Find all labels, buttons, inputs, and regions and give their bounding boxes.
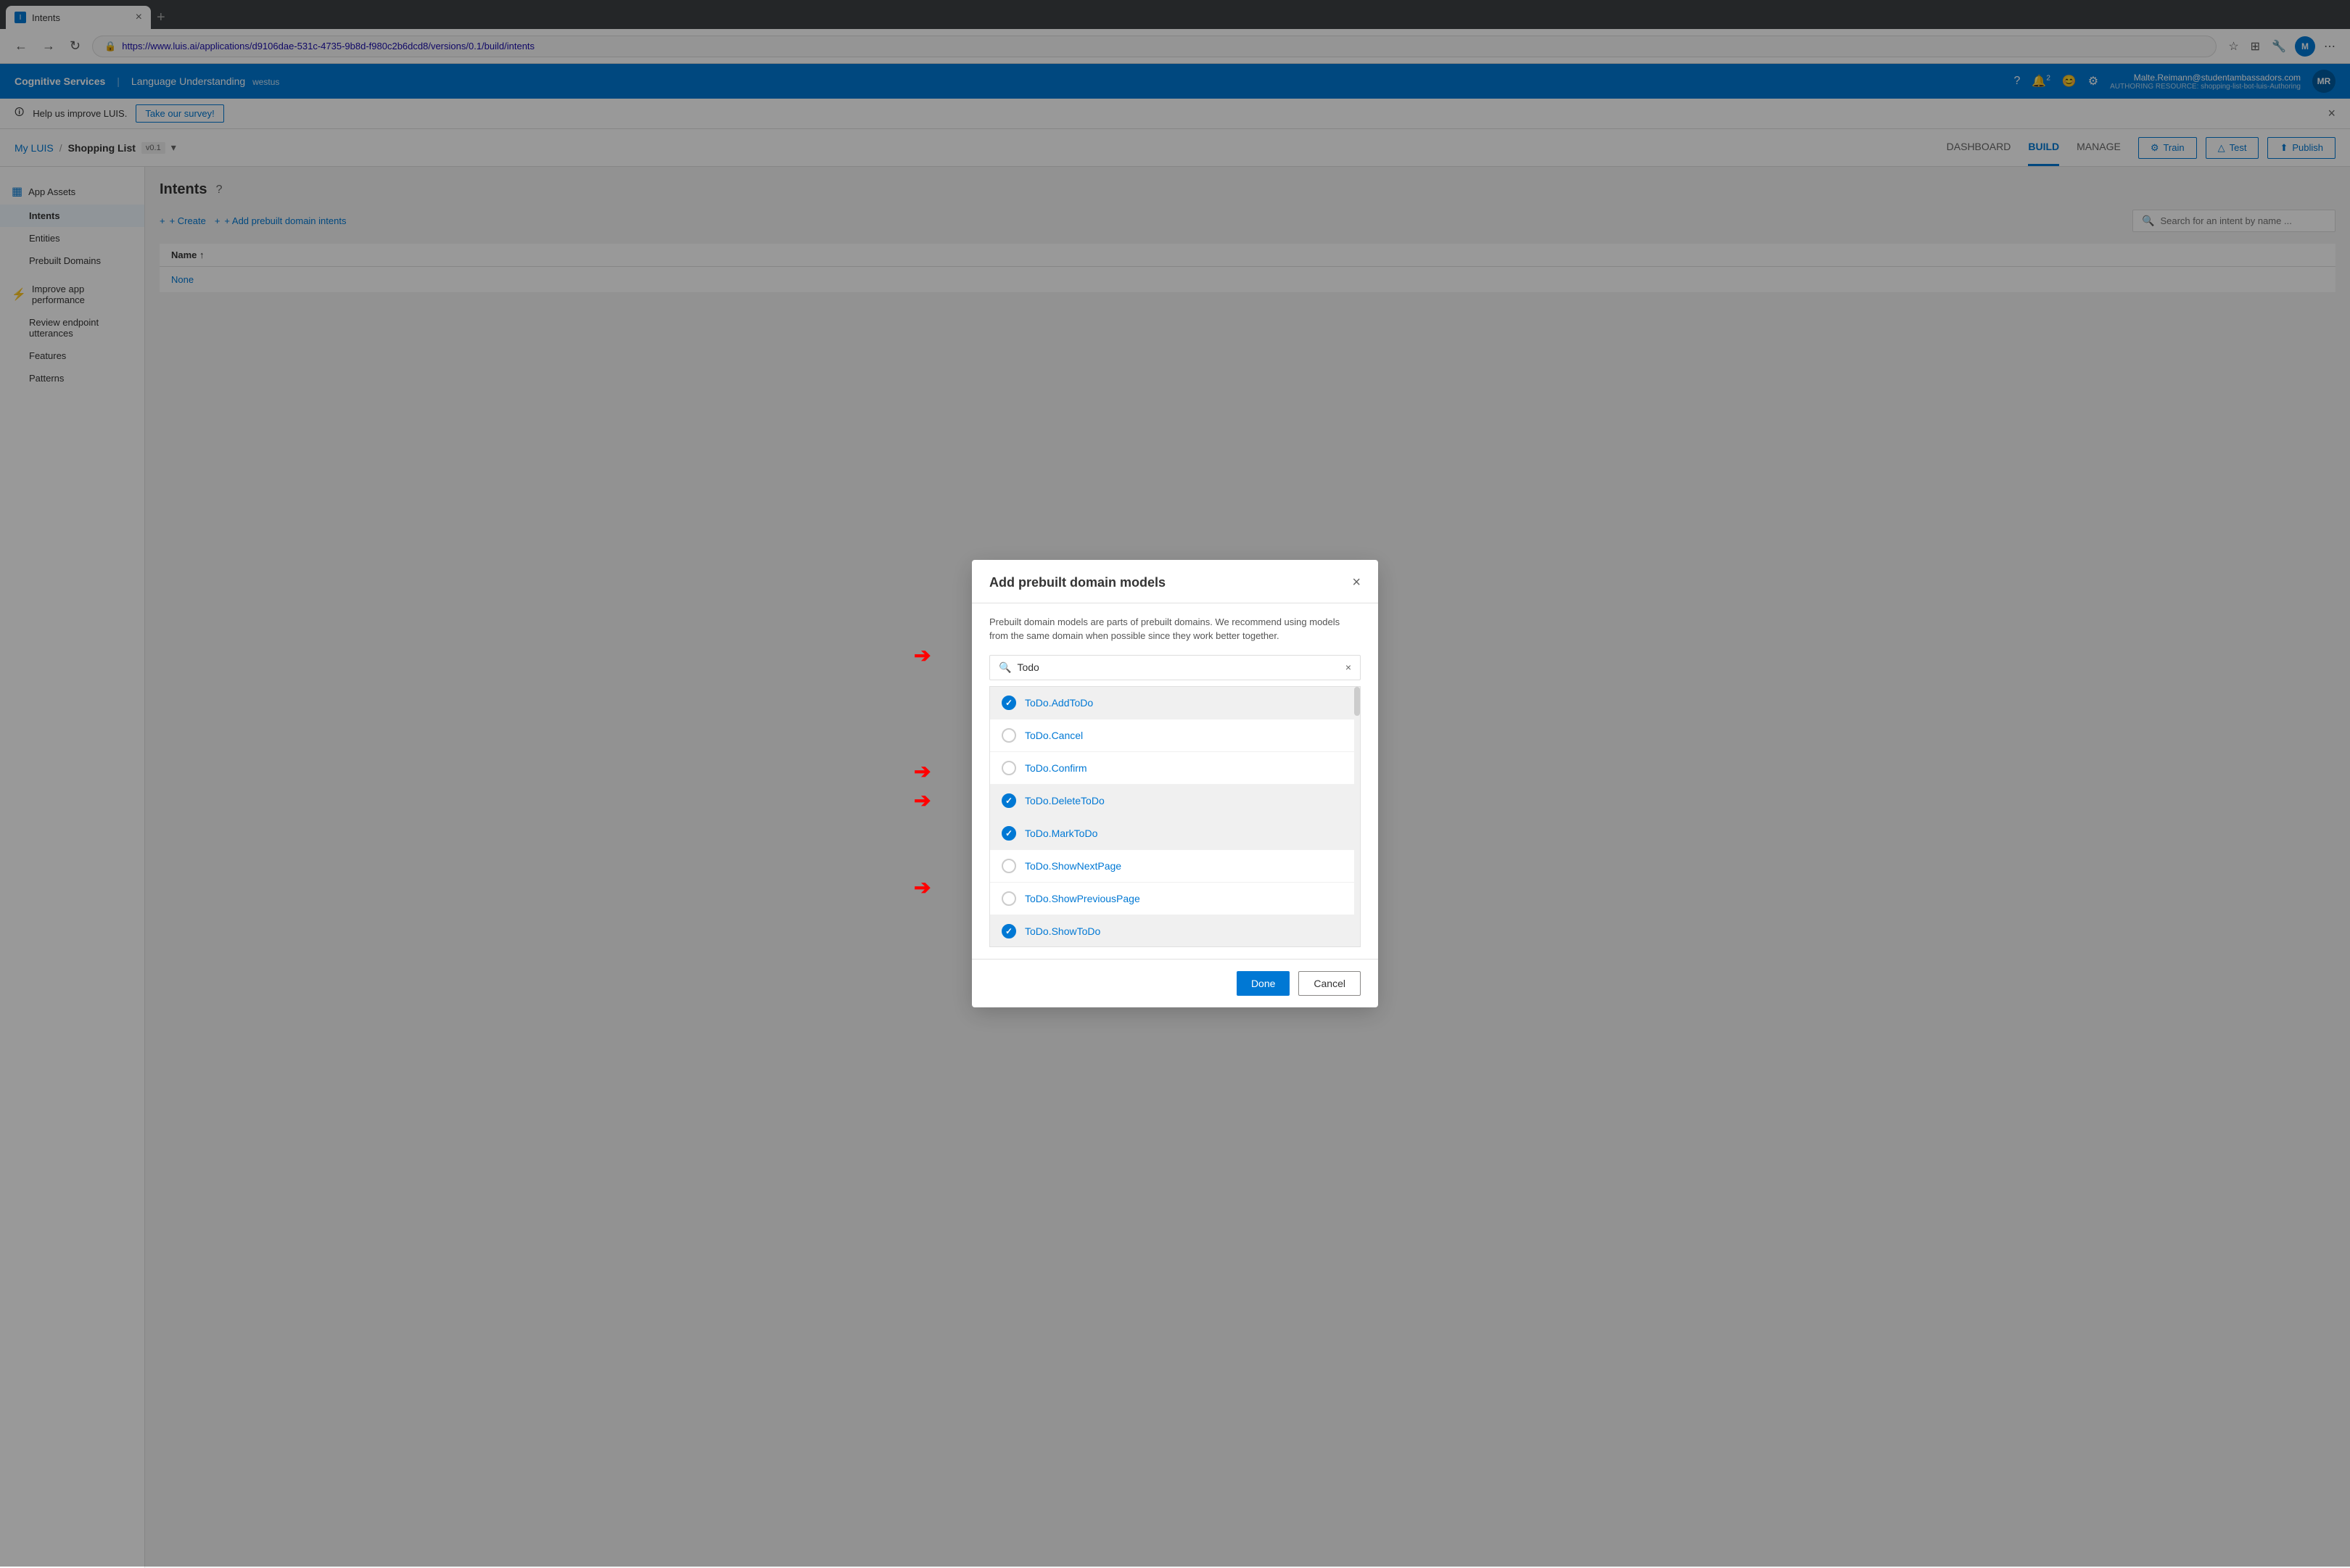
dialog-search-clear-button[interactable]: × <box>1345 661 1351 673</box>
arrow-2: ➔ <box>914 759 931 783</box>
checkbox-todo-add[interactable]: ✓ <box>1002 696 1016 710</box>
item-label-todo-confirm: ToDo.Confirm <box>1025 762 1087 774</box>
checkbox-todo-mark[interactable]: ✓ <box>1002 826 1016 841</box>
dialog-list-item[interactable]: ToDo.ShowPreviousPage <box>990 883 1360 915</box>
dialog-header: Add prebuilt domain models × <box>972 560 1378 603</box>
check-icon: ✓ <box>1005 796 1013 806</box>
checkbox-todo-show[interactable]: ✓ <box>1002 924 1016 938</box>
dialog-list-item[interactable]: ToDo.Cancel <box>990 719 1360 752</box>
checkbox-todo-showprev[interactable] <box>1002 891 1016 906</box>
item-label-todo-shownext: ToDo.ShowNextPage <box>1025 860 1121 872</box>
dialog-search-input[interactable] <box>1017 661 1339 673</box>
check-icon: ✓ <box>1005 828 1013 838</box>
dialog-title: Add prebuilt domain models <box>989 575 1166 590</box>
dialog-search: 🔍 × <box>989 655 1361 680</box>
dialog-list-item[interactable]: ✓ ToDo.AddToDo <box>990 687 1360 719</box>
check-icon: ✓ <box>1005 926 1013 936</box>
item-label-todo-showprev: ToDo.ShowPreviousPage <box>1025 893 1140 904</box>
dialog-list: ✓ ToDo.AddToDo ToDo.Cancel ToDo.Confirm ✓ ToD… <box>989 686 1361 947</box>
modal-overlay[interactable]: Add prebuilt domain models × Prebuilt do… <box>0 0 2350 1567</box>
dialog-list-item[interactable]: ToDo.Confirm <box>990 752 1360 785</box>
dialog-description: Prebuilt domain models are parts of preb… <box>989 615 1361 643</box>
dialog-list-item[interactable]: ✓ ToDo.MarkToDo <box>990 817 1360 850</box>
check-icon: ✓ <box>1005 698 1013 708</box>
item-label-todo-cancel: ToDo.Cancel <box>1025 730 1083 741</box>
item-label-todo-mark: ToDo.MarkToDo <box>1025 828 1097 839</box>
dialog-list-item[interactable]: ✓ ToDo.ShowToDo <box>990 915 1360 947</box>
dialog-body: Prebuilt domain models are parts of preb… <box>972 603 1378 959</box>
done-button[interactable]: Done <box>1237 971 1290 996</box>
dialog-close-button[interactable]: × <box>1352 574 1361 591</box>
dialog-list-item[interactable]: ToDo.ShowNextPage <box>990 850 1360 883</box>
checkbox-todo-confirm[interactable] <box>1002 761 1016 775</box>
dialog-list-item[interactable]: ✓ ToDo.DeleteToDo <box>990 785 1360 817</box>
cancel-button[interactable]: Cancel <box>1298 971 1361 996</box>
arrow-1: ➔ <box>914 643 931 667</box>
dialog: Add prebuilt domain models × Prebuilt do… <box>972 560 1378 1007</box>
checkbox-todo-shownext[interactable] <box>1002 859 1016 873</box>
scrollbar-thumb[interactable] <box>1354 687 1360 716</box>
arrow-3: ➔ <box>914 788 931 812</box>
scrollbar-track[interactable] <box>1354 687 1360 946</box>
dialog-footer: Done Cancel <box>972 959 1378 1007</box>
checkbox-todo-cancel[interactable] <box>1002 728 1016 743</box>
item-label-todo-add: ToDo.AddToDo <box>1025 697 1093 709</box>
checkbox-todo-delete[interactable]: ✓ <box>1002 793 1016 808</box>
item-label-todo-delete: ToDo.DeleteToDo <box>1025 795 1105 806</box>
item-label-todo-show: ToDo.ShowToDo <box>1025 925 1100 937</box>
dialog-search-icon: 🔍 <box>999 661 1011 674</box>
arrow-4: ➔ <box>914 875 931 899</box>
